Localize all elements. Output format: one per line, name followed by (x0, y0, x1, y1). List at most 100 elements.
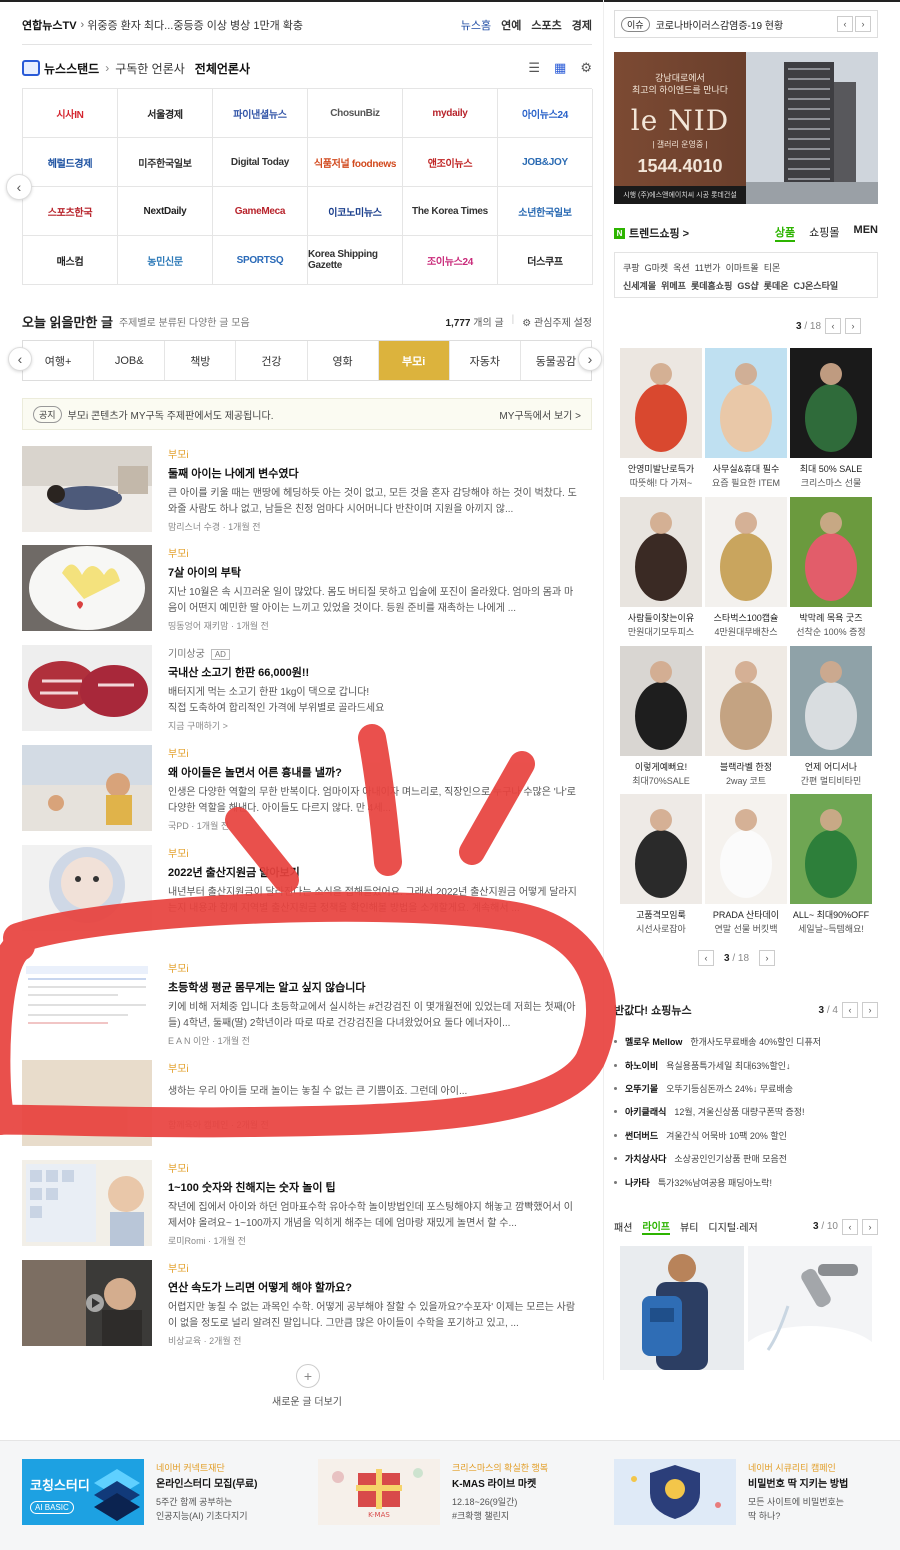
product-image[interactable] (705, 348, 787, 458)
topic-tab[interactable]: 여행+ (23, 341, 95, 380)
shop-name[interactable]: 나카타 (625, 1176, 650, 1189)
trend-title[interactable]: 트렌드쇼핑 > (629, 225, 689, 241)
shop-name[interactable]: 멜로우 Mellow (625, 1035, 682, 1048)
tab-digital[interactable]: 디지털·레저 (708, 1219, 757, 1234)
article-item[interactable]: 부모i 왜 아이들은 놀면서 어른 흉내를 낼까? 인생은 다양한 역할의 무한 반… (22, 745, 592, 835)
press-logo[interactable]: 아이뉴스24 (498, 89, 593, 138)
promo-title[interactable]: 온라인스터디 모집(무료) (156, 1478, 306, 1492)
all-press-tab[interactable]: 전체언론사 (195, 60, 250, 77)
article-thumbnail[interactable] (22, 1260, 152, 1346)
press-logo[interactable]: 파이낸셜뉴스 (213, 89, 308, 138)
product-image[interactable] (705, 646, 787, 756)
product-image[interactable] (620, 497, 702, 607)
ad-banner[interactable]: 강남대로에서 최고의 하이엔드를 만나다 le NID | 갤러리 운영중 | 1… (614, 52, 878, 204)
shop-news-text[interactable]: 겨울간식 어묵바 10팩 20% 할인 (666, 1129, 787, 1142)
trend-product[interactable]: 이렇게예뻐요! 최대70%SALE (620, 646, 702, 787)
shop-news-text[interactable]: 12월, 겨울신상품 대량구폰딱 증정! (674, 1105, 804, 1118)
shopping-news-item[interactable]: 아키클래식 12월, 겨울신상품 대량구폰딱 증정! (614, 1100, 878, 1123)
trend-product[interactable]: 박막례 목욕 굿즈 선착순 100% 증정 (790, 497, 872, 638)
topic-tab[interactable]: 책방 (165, 341, 237, 380)
news-ticker[interactable]: 연합뉴스TV › 위중증 환자 최다...중등증 이상 병상 1만개 확충 뉴스… (22, 12, 592, 38)
article-thumbnail[interactable] (22, 1060, 152, 1146)
press-logo[interactable]: GameMeca (213, 187, 308, 236)
trend-product[interactable]: 고품격모임룩 시선사로잡아 (620, 794, 702, 935)
mall-link[interactable]: 위메프 (661, 281, 686, 291)
mall-link[interactable]: GS샵 (737, 281, 758, 291)
footer-promo-kmas[interactable]: K-MAS 크리스마스의 확실한 행복 K-MAS 라이브 마켓 12.18~2… (318, 1459, 608, 1529)
newsstand-title[interactable]: 뉴스스탠드 (44, 60, 99, 77)
product-image-faucet[interactable] (748, 1246, 872, 1370)
press-logo[interactable]: 매스컴 (23, 236, 118, 285)
press-logo[interactable]: 헤럴드경제 (23, 138, 118, 187)
issue-text[interactable]: 코로나바이러스감염증-19 현황 (656, 17, 784, 32)
next-button[interactable]: › (862, 1002, 878, 1018)
gear-icon[interactable]: ⚙ (580, 60, 592, 76)
shop-news-text[interactable]: 소상공인인기상품 판매 모음전 (674, 1152, 787, 1165)
trend-product[interactable]: 블랙라벨 한정 2way 코트 (705, 646, 787, 787)
article-thumbnail[interactable] (22, 545, 152, 631)
topic-tab[interactable]: JOB& (94, 341, 166, 380)
next-button[interactable]: › (845, 318, 862, 334)
shopping-news-item[interactable]: 오뚜기몰 오뚜기등심돈까스 24%↓ 무료배송 (614, 1077, 878, 1100)
ticker-source[interactable]: 연합뉴스TV (22, 17, 77, 33)
shop-news-text[interactable]: 특가32%남여공용 패딩아노락! (658, 1176, 772, 1189)
ticker-headline[interactable]: 위중증 환자 최다...중등증 이상 병상 1만개 확충 (87, 17, 303, 33)
press-logo[interactable]: 스포츠한국 (23, 187, 118, 236)
press-logo[interactable]: NextDaily (118, 187, 213, 236)
article-item[interactable]: 부모i 1~100 숫자와 친해지는 숫자 놀이 팁 작년에 집에서 아이와 하던 … (22, 1160, 592, 1250)
shop-name[interactable]: 가치상사다 (625, 1152, 666, 1165)
article-title[interactable]: 7살 아이의 부탁 (168, 564, 578, 580)
topic-tab[interactable]: 영화 (308, 341, 379, 380)
product-image[interactable] (790, 794, 872, 904)
tabs-next-button[interactable]: › (578, 347, 602, 371)
article-item[interactable]: 기미상궁 AD 국내산 소고기 한판 66,000원!! 배터지게 먹는 소고기 한판… (22, 645, 592, 735)
tab-products[interactable]: 상품 (774, 224, 796, 242)
tab-fashion[interactable]: 패션 (614, 1219, 632, 1234)
issue-bar[interactable]: 이슈 코로나바이러스감염증-19 현황 ‹ › (614, 10, 878, 38)
trend-product[interactable]: 스타벅스100캡슐 4만원대무배찬스 (705, 497, 787, 638)
prev-button[interactable]: ‹ (698, 950, 714, 966)
article-item[interactable]: 부모i 초등학생 평균 몸무게는 알고 싶지 않습니다 키에 비해 저체중 입니다 … (22, 960, 592, 1050)
load-more-label[interactable]: 새로운 글 더보기 (22, 1393, 592, 1408)
shopping-news-item[interactable]: 가치상사다 소상공인인기상품 판매 모음전 (614, 1147, 878, 1170)
press-logo[interactable]: 농민신문 (118, 236, 213, 285)
mall-link[interactable]: 신세계몰 (623, 281, 656, 291)
shopping-news-item[interactable]: 썬더버드 겨울간식 어묵바 10팩 20% 할인 (614, 1124, 878, 1147)
press-logo[interactable]: 시사IN (23, 89, 118, 138)
article-item[interactable]: 부모i 7살 아이의 부탁 지난 10월은 속 시끄러운 일이 많았다. 몸도 버티… (22, 545, 592, 635)
press-logo[interactable]: The Korea Times (403, 187, 498, 236)
article-title[interactable]: 연산 속도가 느리면 어떻게 해야 할까요? (168, 1279, 578, 1295)
prev-button[interactable]: ‹ (842, 1002, 858, 1018)
product-image[interactable] (705, 794, 787, 904)
article-thumbnail[interactable] (22, 645, 152, 731)
article-thumbnail[interactable] (22, 845, 152, 931)
press-logo[interactable]: 더스쿠프 (498, 236, 593, 285)
article-thumbnail[interactable] (22, 1160, 152, 1246)
tab-life[interactable]: 라이프 (642, 1218, 671, 1235)
subscribed-press-tab[interactable]: 구독한 언론사 (115, 60, 185, 77)
shop-name[interactable]: 오뚜기몰 (625, 1082, 658, 1095)
shopping-news-item[interactable]: 나카타 특가32%남여공용 패딩아노락! (614, 1170, 878, 1193)
next-button[interactable]: › (862, 1218, 878, 1235)
product-image[interactable] (705, 497, 787, 607)
press-logo[interactable]: JOB&JOY (498, 138, 593, 187)
article-item[interactable]: 부모i 둘째 아이는 나에게 변수였다 큰 아이를 키울 때는 맨땅에 헤딩하듯 아… (22, 446, 592, 536)
press-logo[interactable]: Korea Shipping Gazette (308, 236, 403, 285)
issue-prev-button[interactable]: ‹ (837, 16, 853, 32)
tab-beauty[interactable]: 뷰티 (680, 1219, 698, 1234)
grid-view-icon[interactable]: ▦ (554, 60, 566, 76)
mall-link[interactable]: G마켓 (645, 263, 669, 273)
shopping-news-item[interactable]: 멜로우 Mellow 한개사도무료배송 40%할인 디퓨저 (614, 1030, 878, 1053)
article-thumbnail[interactable] (22, 745, 152, 831)
mall-link[interactable]: 이마트몰 (726, 263, 759, 273)
prev-button[interactable]: ‹ (825, 318, 842, 334)
topic-tab[interactable]: 건강 (236, 341, 308, 380)
product-image[interactable] (620, 794, 702, 904)
mall-link[interactable]: 옥션 (673, 263, 690, 273)
press-logo[interactable]: mydaily (403, 89, 498, 138)
trend-product[interactable]: ALL~ 최대90%OFF 세일날~득템해요! (790, 794, 872, 935)
article-title[interactable]: 둘째 아이는 나에게 변수였다 (168, 465, 578, 481)
link-economy[interactable]: 경제 (572, 17, 592, 33)
product-image[interactable] (790, 497, 872, 607)
article-meta[interactable]: 지금 구매하기 > (168, 719, 578, 732)
